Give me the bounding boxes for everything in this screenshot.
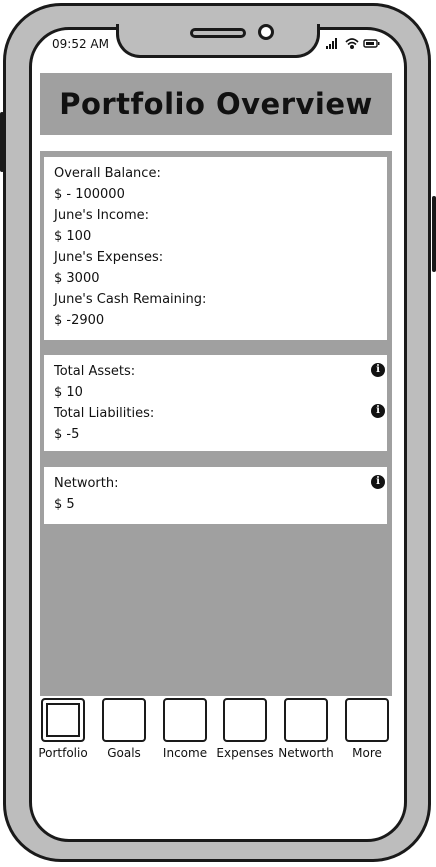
income-label: June's Income: bbox=[54, 208, 150, 223]
overall-balance-value: $ - 100000 bbox=[54, 187, 125, 202]
cellular-signal-icon bbox=[326, 38, 337, 49]
speaker-icon bbox=[190, 28, 246, 38]
tab-income[interactable]: Income bbox=[156, 696, 214, 762]
tab-label: Networth bbox=[278, 746, 334, 760]
volume-button bbox=[0, 112, 4, 172]
assets-card: Total Assets: $ 10 Total Liabilities: $ … bbox=[44, 355, 387, 451]
expenses-value: $ 3000 bbox=[54, 271, 100, 286]
tab-label: Portfolio bbox=[38, 746, 88, 760]
tab-label: More bbox=[352, 746, 382, 760]
status-time: 09:52 AM bbox=[52, 37, 109, 51]
cash-remaining-label: June's Cash Remaining: bbox=[54, 292, 207, 307]
battery-icon bbox=[363, 39, 380, 48]
liabilities-info-icon[interactable]: i bbox=[371, 404, 385, 418]
networth-value: $ 5 bbox=[54, 497, 75, 512]
networth-card: Networth: $ 5 i bbox=[44, 467, 387, 524]
total-assets-label: Total Assets: bbox=[54, 364, 136, 379]
income-value: $ 100 bbox=[54, 229, 92, 244]
total-assets-value: $ 10 bbox=[54, 385, 83, 400]
tab-networth[interactable]: Networth bbox=[277, 696, 335, 762]
status-icons bbox=[326, 38, 380, 50]
tab-bar: Portfolio Goals Income Expenses Networth… bbox=[38, 696, 392, 766]
tab-more[interactable]: More bbox=[338, 696, 396, 762]
total-liabilities-value: $ -5 bbox=[54, 427, 80, 442]
tab-label: Income bbox=[162, 746, 208, 760]
cash-remaining-value: $ -2900 bbox=[54, 313, 105, 328]
tab-expenses[interactable]: Expenses bbox=[216, 696, 274, 762]
portfolio-tab-icon[interactable] bbox=[41, 698, 85, 742]
networth-label: Networth: bbox=[54, 476, 119, 491]
tab-goals[interactable]: Goals bbox=[95, 696, 153, 762]
expenses-tab-icon[interactable] bbox=[223, 698, 267, 742]
overall-balance-label: Overall Balance: bbox=[54, 166, 161, 181]
wifi-icon bbox=[345, 38, 359, 50]
networth-tab-icon[interactable] bbox=[284, 698, 328, 742]
income-tab-icon[interactable] bbox=[163, 698, 207, 742]
camera-icon bbox=[258, 24, 274, 40]
tab-label: Expenses bbox=[216, 746, 274, 760]
power-button bbox=[432, 196, 436, 272]
more-tab-icon[interactable] bbox=[345, 698, 389, 742]
networth-info-icon[interactable]: i bbox=[371, 475, 385, 489]
summary-card: Overall Balance: $ - 100000 June's Incom… bbox=[44, 157, 387, 340]
tab-label: Goals bbox=[107, 746, 141, 760]
total-liabilities-label: Total Liabilities: bbox=[54, 406, 155, 421]
page-title: Portfolio Overview bbox=[59, 87, 373, 121]
title-bar: Portfolio Overview bbox=[40, 73, 392, 151]
assets-info-icon[interactable]: i bbox=[371, 363, 385, 377]
expenses-label: June's Expenses: bbox=[54, 250, 164, 265]
goals-tab-icon[interactable] bbox=[102, 698, 146, 742]
tab-portfolio[interactable]: Portfolio bbox=[34, 696, 92, 762]
